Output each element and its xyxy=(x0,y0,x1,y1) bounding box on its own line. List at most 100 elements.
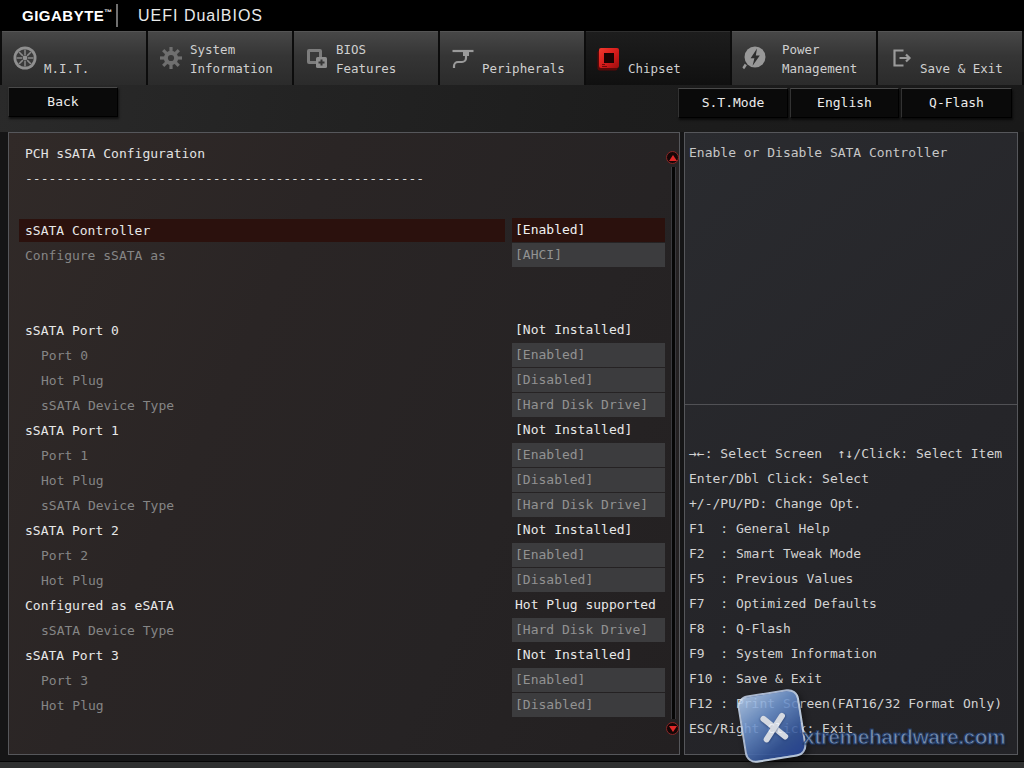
setting-value[interactable]: [Disabled] xyxy=(512,368,665,392)
tab-label xyxy=(628,40,681,59)
setting-value[interactable]: [Hard Disk Drive] xyxy=(512,618,665,642)
setting-label[interactable]: sSATA Port 0 xyxy=(19,319,505,342)
tab-bios-features[interactable]: BIOSFeatures xyxy=(294,31,438,85)
hotkey-line: Enter/Dbl Click: Select xyxy=(689,466,1017,491)
setting-row[interactable]: Hot Plug [Disabled] xyxy=(9,693,681,718)
tab-save-exit[interactable]: Save & Exit xyxy=(878,31,1022,85)
scrollbar-track[interactable] xyxy=(671,167,676,719)
setting-label[interactable]: sSATA Port 2 xyxy=(19,519,505,542)
setting-value[interactable]: [Enabled] xyxy=(512,443,665,467)
setting-value[interactable]: [Enabled] xyxy=(512,218,665,242)
tab-bar: M.I.T. SystemInformation BIOSFeatures xyxy=(0,31,1024,85)
tab-label: System xyxy=(190,40,273,59)
setting-row[interactable]: sSATA Port 1 [Not Installed] xyxy=(9,418,681,443)
setting-label[interactable]: Port 2 xyxy=(19,544,505,567)
lightning-icon xyxy=(742,45,768,71)
topbar-divider xyxy=(116,4,118,27)
tab-label: Information xyxy=(190,59,273,78)
setting-row[interactable]: sSATA Port 3 [Not Installed] xyxy=(9,643,681,668)
st-mode-button[interactable]: S.T.Mode xyxy=(678,88,788,118)
hotkey-line: +/-/PU/PD: Change Opt. xyxy=(689,491,1017,516)
hotkey-line: F2 : Smart Tweak Mode xyxy=(689,541,1017,566)
setting-label[interactable]: sSATA Device Type xyxy=(19,494,505,517)
tab-peripherals[interactable]: Peripherals xyxy=(440,31,584,85)
setting-label[interactable]: sSATA Port 3 xyxy=(19,644,505,667)
setting-row[interactable]: sSATA Port 0 [Not Installed] xyxy=(9,318,681,343)
setting-value[interactable]: [Enabled] xyxy=(512,668,665,692)
tab-label xyxy=(920,40,1003,59)
setting-row[interactable]: Configure sSATA as [AHCI] xyxy=(9,243,681,268)
peripherals-icon xyxy=(450,45,476,71)
setting-label[interactable]: sSATA Controller xyxy=(19,219,505,242)
hotkey-line: F10 : Save & Exit xyxy=(689,666,1017,691)
setting-label[interactable]: Hot Plug xyxy=(19,569,505,592)
setting-value[interactable]: [Disabled] xyxy=(512,568,665,592)
tab-chipset[interactable]: Chipset xyxy=(586,31,730,85)
setting-value: [Not Installed] xyxy=(512,318,665,342)
tab-label: BIOS xyxy=(336,40,396,59)
q-flash-button[interactable]: Q-Flash xyxy=(901,88,1012,118)
hotkey-line: F9 : System Information xyxy=(689,641,1017,666)
help-panel-divider xyxy=(685,404,1017,405)
setting-label[interactable]: Hot Plug xyxy=(19,694,505,717)
hotkey-list: →←: Select Screen ↑↓/Click: Select ItemE… xyxy=(689,441,1017,741)
settings-panel: PCH sSATA Configuration ----------------… xyxy=(8,132,680,755)
setting-label[interactable]: sSATA Device Type xyxy=(19,394,505,417)
tab-label: Power xyxy=(782,40,857,59)
setting-row[interactable]: sSATA Device Type [Hard Disk Drive] xyxy=(9,618,681,643)
setting-row[interactable]: Hot Plug [Disabled] xyxy=(9,468,681,493)
setting-value[interactable]: [Disabled] xyxy=(512,468,665,492)
hotkey-line: F5 : Previous Values xyxy=(689,566,1017,591)
setting-row[interactable]: sSATA Controller [Enabled] xyxy=(9,218,681,243)
hotkey-line: ESC/Right Click: Exit xyxy=(689,716,1017,741)
setting-value: Hot Plug supported xyxy=(512,593,665,617)
page-title: PCH sSATA Configuration xyxy=(25,146,205,161)
setting-row[interactable]: Port 2 [Enabled] xyxy=(9,543,681,568)
setting-row xyxy=(9,293,681,318)
setting-row[interactable]: Port 1 [Enabled] xyxy=(9,443,681,468)
scroll-up-arrow[interactable] xyxy=(666,151,679,164)
hotkey-line: F7 : Optimized Defaults xyxy=(689,591,1017,616)
setting-label[interactable]: Configure sSATA as xyxy=(19,244,505,267)
setting-row[interactable]: Hot Plug [Disabled] xyxy=(9,568,681,593)
setting-value[interactable]: [Hard Disk Drive] xyxy=(512,493,665,517)
setting-row[interactable]: sSATA Device Type [Hard Disk Drive] xyxy=(9,493,681,518)
setting-value[interactable]: [Enabled] xyxy=(512,343,665,367)
setting-value[interactable]: [AHCI] xyxy=(512,243,665,267)
setting-label[interactable]: Port 0 xyxy=(19,344,505,367)
setting-row[interactable]: Configured as eSATA Hot Plug supported xyxy=(9,593,681,618)
setting-value[interactable]: [Disabled] xyxy=(512,693,665,717)
footer-strip xyxy=(0,761,1024,768)
language-button[interactable]: English xyxy=(790,88,899,118)
tab-power-management[interactable]: PowerManagement xyxy=(732,31,876,85)
exit-icon xyxy=(888,45,914,71)
tab-label xyxy=(482,40,565,59)
scroll-down-arrow[interactable] xyxy=(666,722,679,735)
setting-label[interactable]: Configured as eSATA xyxy=(19,594,505,617)
setting-label[interactable]: Port 1 xyxy=(19,444,505,467)
setting-label[interactable]: sSATA Port 1 xyxy=(19,419,505,442)
setting-value[interactable]: [Enabled] xyxy=(512,543,665,567)
setting-label[interactable]: Hot Plug xyxy=(19,469,505,492)
setting-value: [Not Installed] xyxy=(512,418,665,442)
setting-label[interactable]: sSATA Device Type xyxy=(19,619,505,642)
tab-mit[interactable]: M.I.T. xyxy=(2,31,146,85)
setting-row[interactable]: Port 0 [Enabled] xyxy=(9,343,681,368)
setting-label[interactable]: Port 3 xyxy=(19,669,505,692)
back-button[interactable]: Back xyxy=(8,87,118,117)
uefi-title: UEFI DualBIOS xyxy=(138,7,263,25)
chip-plus-icon xyxy=(304,45,330,71)
setting-label[interactable]: Hot Plug xyxy=(19,369,505,392)
setting-row[interactable]: sSATA Device Type [Hard Disk Drive] xyxy=(9,393,681,418)
setting-value: [Not Installed] xyxy=(512,518,665,542)
setting-value[interactable]: [Hard Disk Drive] xyxy=(512,393,665,417)
setting-row[interactable]: Port 3 [Enabled] xyxy=(9,668,681,693)
setting-row xyxy=(9,268,681,293)
fan-icon xyxy=(12,45,38,71)
tab-label: Management xyxy=(782,59,857,78)
setting-row[interactable]: sSATA Port 2 [Not Installed] xyxy=(9,518,681,543)
setting-value: [Not Installed] xyxy=(512,643,665,667)
trademark: ™ xyxy=(104,8,113,17)
setting-row[interactable]: Hot Plug [Disabled] xyxy=(9,368,681,393)
tab-system-information[interactable]: SystemInformation xyxy=(148,31,292,85)
